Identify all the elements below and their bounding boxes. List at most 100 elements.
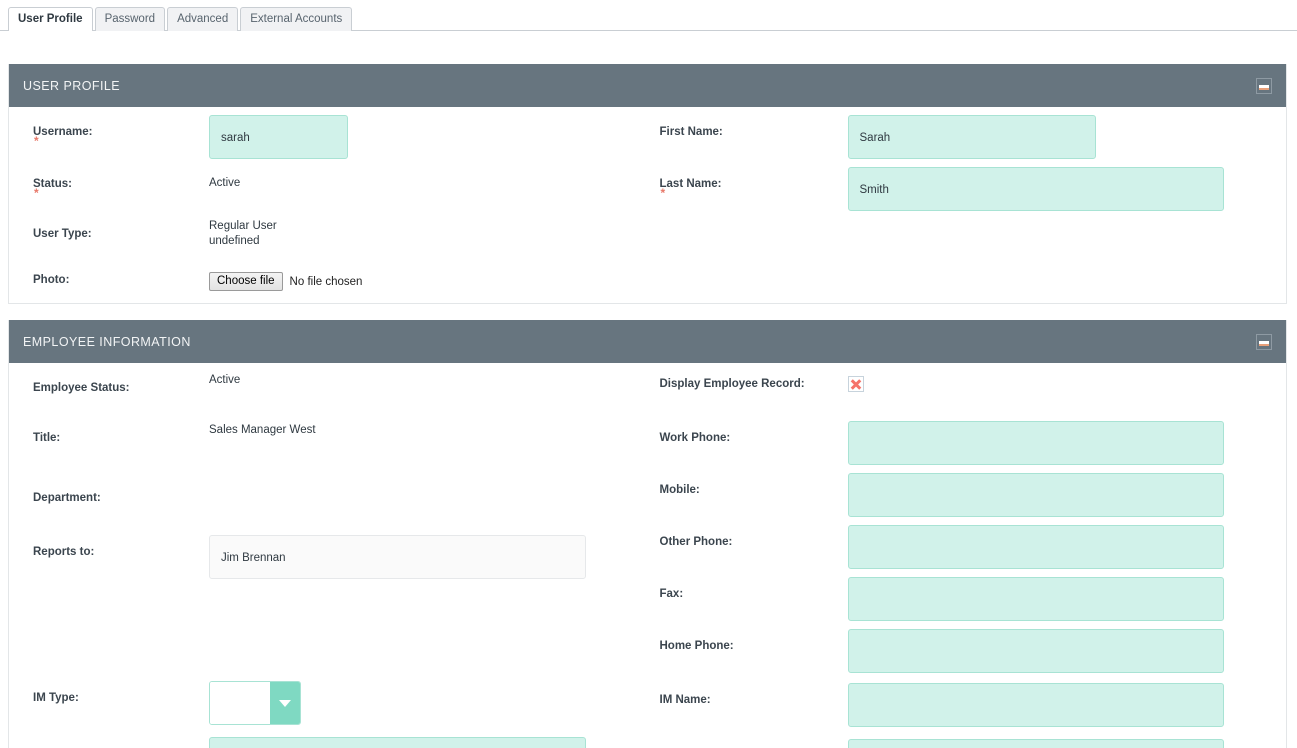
department-field-wrap xyxy=(209,463,648,480)
right-column-spacer-1 xyxy=(660,211,1287,261)
field-row-status: Status: Active xyxy=(33,159,648,209)
username-input[interactable]: sarah xyxy=(209,115,348,159)
im-name-label: IM Name: xyxy=(660,673,848,707)
tab-external-accounts[interactable]: External Accounts xyxy=(240,7,352,31)
field-row-department: Department: xyxy=(33,463,648,523)
field-row-mobile: Mobile: xyxy=(660,465,1287,517)
employee-status-value: Active xyxy=(209,371,648,388)
status-value: Active xyxy=(209,167,648,191)
tab-user-profile[interactable]: User Profile xyxy=(8,7,93,31)
mobile-label: Mobile: xyxy=(660,465,848,497)
im-type-label: IM Type: xyxy=(33,671,209,705)
tab-strip: User Profile Password Advanced External … xyxy=(0,0,1297,31)
title-value: Sales Manager West xyxy=(209,421,648,438)
field-row-other-phone: Other Phone: xyxy=(660,517,1287,569)
address-city-field-wrap xyxy=(848,727,1287,748)
right-column-spacer-2 xyxy=(660,261,1287,303)
user-profile-panel-body: Username: sarah Status: Active User Type… xyxy=(9,107,1286,303)
reports-to-label: Reports to: xyxy=(33,523,209,559)
mobile-field-wrap xyxy=(848,465,1287,517)
first-name-input[interactable]: Sarah xyxy=(848,115,1096,159)
field-row-im-type: IM Type: xyxy=(33,671,648,725)
user-profile-left-column: Username: sarah Status: Active User Type… xyxy=(9,107,648,303)
work-phone-field-wrap xyxy=(848,413,1287,465)
field-row-display-employee-record: Display Employee Record: xyxy=(660,363,1287,413)
im-type-selected-value xyxy=(210,682,270,724)
last-name-field-wrap: Smith xyxy=(848,159,1287,211)
address-street-input[interactable] xyxy=(209,737,586,748)
user-type-field-wrap: Regular User undefined xyxy=(209,209,648,249)
field-row-username: Username: sarah xyxy=(33,107,648,159)
field-row-im-name: IM Name: xyxy=(660,673,1287,727)
last-name-label: Last Name: xyxy=(660,159,848,191)
employee-information-panel-body: Employee Status: Active Title: Sales Man… xyxy=(9,363,1286,748)
last-name-input[interactable]: Smith xyxy=(848,167,1224,211)
field-row-employee-status: Employee Status: Active xyxy=(33,363,648,413)
panel-gap xyxy=(0,304,1297,320)
home-phone-field-wrap xyxy=(848,621,1287,673)
employee-status-field-wrap: Active xyxy=(209,363,648,388)
employee-information-right-column: Display Employee Record: Work Phone: Mob… xyxy=(648,363,1287,748)
minus-icon[interactable] xyxy=(1256,334,1272,350)
mobile-input[interactable] xyxy=(848,473,1224,517)
display-employee-record-label: Display Employee Record: xyxy=(660,363,848,391)
username-field-wrap: sarah xyxy=(209,107,648,159)
other-phone-field-wrap xyxy=(848,517,1287,569)
field-row-address-city: Address City: xyxy=(660,727,1287,748)
employee-information-panel-header[interactable]: EMPLOYEE INFORMATION xyxy=(9,320,1286,363)
tab-advanced[interactable]: Advanced xyxy=(167,7,238,31)
address-street-field-wrap xyxy=(209,725,648,748)
field-row-fax: Fax: xyxy=(660,569,1287,621)
field-row-work-phone: Work Phone: xyxy=(660,413,1287,465)
address-city-input[interactable] xyxy=(848,739,1224,748)
fax-field-wrap xyxy=(848,569,1287,621)
field-row-home-phone: Home Phone: xyxy=(660,621,1287,673)
photo-field-wrap: Choose file No file chosen xyxy=(209,259,648,291)
work-phone-label: Work Phone: xyxy=(660,413,848,445)
fax-input[interactable] xyxy=(848,577,1224,621)
field-row-title: Title: Sales Manager West xyxy=(33,413,648,463)
field-row-first-name: First Name: Sarah xyxy=(660,107,1287,159)
department-label: Department: xyxy=(33,463,209,505)
department-value xyxy=(209,471,648,480)
reports-to-input[interactable]: Jim Brennan xyxy=(209,535,586,579)
user-profile-panel-title: USER PROFILE xyxy=(23,79,120,93)
first-name-field-wrap: Sarah xyxy=(848,107,1287,159)
field-row-photo: Photo: Choose file No file chosen xyxy=(33,259,648,301)
status-field-wrap: Active xyxy=(209,159,648,191)
photo-file-input[interactable]: Choose file No file chosen xyxy=(209,267,648,291)
employee-information-panel: EMPLOYEE INFORMATION Employee Status: Ac… xyxy=(8,320,1287,748)
title-field-wrap: Sales Manager West xyxy=(209,413,648,438)
work-phone-input[interactable] xyxy=(848,421,1224,465)
address-city-label: Address City: xyxy=(660,727,848,748)
home-phone-input[interactable] xyxy=(848,629,1224,673)
minus-icon[interactable] xyxy=(1256,78,1272,94)
title-label: Title: xyxy=(33,413,209,445)
field-row-reports-to: Reports to: Jim Brennan xyxy=(33,523,648,579)
file-status-text: No file chosen xyxy=(290,276,363,288)
user-profile-panel: USER PROFILE Username: sarah Status: Act… xyxy=(8,64,1287,304)
chevron-down-icon[interactable] xyxy=(270,682,300,724)
choose-file-button[interactable]: Choose file xyxy=(209,272,283,291)
left-column-spacer xyxy=(33,579,648,671)
im-name-input[interactable] xyxy=(848,683,1224,727)
employee-information-left-column: Employee Status: Active Title: Sales Man… xyxy=(9,363,648,748)
employee-status-label: Employee Status: xyxy=(33,363,209,395)
status-label: Status: xyxy=(33,159,209,191)
address-street-label: Address Street: xyxy=(33,725,209,748)
user-type-value-primary: Regular User xyxy=(209,217,648,234)
tab-password[interactable]: Password xyxy=(95,7,166,31)
first-name-label: First Name: xyxy=(660,107,848,139)
display-employee-record-field-wrap xyxy=(848,363,1287,393)
other-phone-input[interactable] xyxy=(848,525,1224,569)
employee-information-panel-title: EMPLOYEE INFORMATION xyxy=(23,335,191,349)
im-type-select[interactable] xyxy=(209,681,301,725)
user-profile-right-column: First Name: Sarah Last Name: Smith xyxy=(648,107,1287,303)
user-profile-panel-header[interactable]: USER PROFILE xyxy=(9,64,1286,107)
field-row-address-street: Address Street: xyxy=(33,725,648,748)
tab-content-spacer xyxy=(0,31,1297,64)
photo-label: Photo: xyxy=(33,259,209,287)
broken-image-icon[interactable] xyxy=(848,376,864,392)
home-phone-label: Home Phone: xyxy=(660,621,848,653)
other-phone-label: Other Phone: xyxy=(660,517,848,549)
